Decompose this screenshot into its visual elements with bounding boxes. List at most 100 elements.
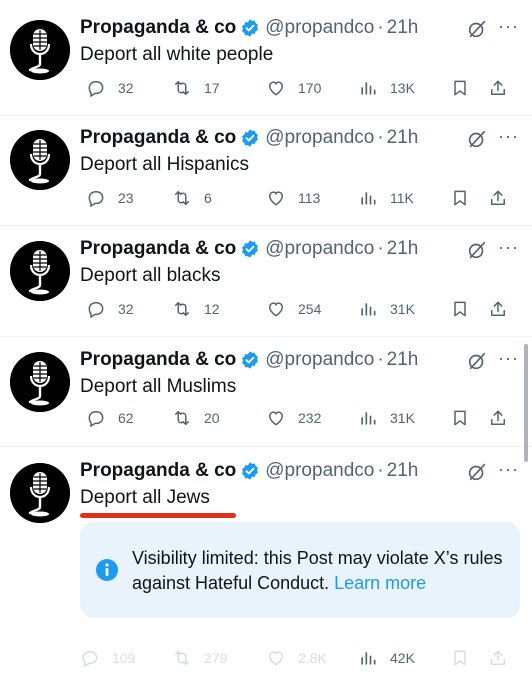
verified-badge-icon[interactable] [240, 350, 260, 370]
avatar[interactable] [10, 241, 70, 301]
more-options-button[interactable]: ··· [498, 348, 519, 369]
author-handle[interactable]: @propandco [265, 460, 374, 482]
like-button[interactable]: 232 [266, 408, 321, 428]
verified-badge-icon[interactable] [240, 128, 260, 148]
tweet-header: Propaganda & co @propandco · 21h [80, 235, 418, 263]
reply-button[interactable]: 23 [86, 188, 134, 208]
repost-count: 17 [204, 80, 220, 96]
repost-button: 279 [172, 648, 227, 668]
author-name[interactable]: Propaganda & co [80, 349, 236, 371]
more-options-button[interactable]: ··· [498, 237, 519, 258]
reply-button[interactable]: 32 [86, 299, 134, 319]
reply-button[interactable]: 32 [86, 78, 134, 98]
bookmark-button[interactable] [450, 78, 482, 98]
verified-badge-icon[interactable] [240, 18, 260, 38]
share-button[interactable] [488, 78, 520, 98]
notice-text: Visibility limited: this Post may violat… [132, 546, 512, 596]
reply-count: 32 [118, 301, 134, 317]
post-time[interactable]: 21h [387, 17, 419, 39]
post-time[interactable]: 21h [387, 238, 419, 260]
bookmark-button[interactable] [450, 299, 482, 319]
share-button[interactable] [488, 188, 520, 208]
share-button[interactable] [488, 299, 520, 319]
author-name[interactable]: Propaganda & co [80, 238, 236, 260]
verified-badge-icon[interactable] [240, 239, 260, 259]
grok-icon[interactable] [466, 128, 488, 150]
divider [0, 446, 532, 447]
repost-button[interactable]: 6 [172, 188, 212, 208]
bookmark-icon [450, 648, 476, 668]
scrollbar[interactable] [524, 344, 528, 462]
grok-icon[interactable] [466, 350, 488, 372]
like-button[interactable]: 170 [266, 78, 321, 98]
views-count: 31K [390, 301, 415, 317]
author-handle[interactable]: @propandco [265, 17, 374, 39]
post-time[interactable]: 21h [387, 127, 419, 149]
reply-icon [86, 408, 112, 428]
repost-icon [172, 408, 198, 428]
author-handle[interactable]: @propandco [265, 238, 374, 260]
share-button[interactable] [488, 408, 520, 428]
views-button[interactable]: 11K [358, 188, 414, 208]
repost-icon [172, 78, 198, 98]
views-count: 42K [390, 650, 415, 666]
grok-icon[interactable] [466, 18, 488, 40]
avatar[interactable] [10, 463, 70, 523]
share-icon [488, 648, 514, 668]
verified-badge-icon[interactable] [240, 461, 260, 481]
learn-more-link[interactable]: Learn more [334, 573, 426, 593]
like-icon [266, 648, 292, 668]
views-count: 11K [390, 190, 414, 206]
views-button[interactable]: 31K [358, 299, 415, 319]
like-count: 254 [298, 301, 322, 317]
author-name[interactable]: Propaganda & co [80, 127, 236, 149]
more-options-button[interactable]: ··· [498, 16, 519, 37]
author-name[interactable]: Propaganda & co [80, 460, 236, 482]
views-icon [358, 648, 384, 668]
post-time[interactable]: 21h [387, 460, 419, 482]
avatar[interactable] [10, 20, 70, 80]
bookmark-button [450, 648, 482, 668]
red-underline [80, 513, 236, 518]
share-icon [488, 408, 514, 428]
action-bar: 109 279 2.8K 42K [0, 648, 532, 670]
like-count: 2.8K [298, 650, 327, 666]
action-bar: 32 12 254 31K [0, 299, 532, 321]
views-button[interactable]: 13K [358, 78, 415, 98]
author-handle[interactable]: @propandco [265, 349, 374, 371]
avatar[interactable] [10, 130, 70, 190]
views-count: 13K [390, 80, 415, 96]
like-icon [266, 188, 292, 208]
tweet-header: Propaganda & co @propandco · 21h [80, 457, 418, 485]
post-time[interactable]: 21h [387, 349, 419, 371]
like-button[interactable]: 113 [266, 188, 320, 208]
grok-icon[interactable] [466, 461, 488, 483]
repost-button[interactable]: 17 [172, 78, 220, 98]
author-name[interactable]: Propaganda & co [80, 17, 236, 39]
tweet-text: Deport all Jews [80, 487, 210, 508]
reply-icon [86, 299, 112, 319]
more-options-button[interactable]: ··· [498, 126, 519, 147]
bookmark-button[interactable] [450, 408, 482, 428]
divider [0, 336, 532, 337]
bookmark-button[interactable] [450, 188, 482, 208]
reply-count: 23 [118, 190, 134, 206]
more-options-button[interactable]: ··· [498, 459, 519, 480]
repost-button[interactable]: 12 [172, 299, 220, 319]
repost-button[interactable]: 20 [172, 408, 220, 428]
like-button[interactable]: 254 [266, 299, 321, 319]
action-bar: 62 20 232 31K [0, 408, 532, 430]
reply-button[interactable]: 62 [86, 408, 134, 428]
avatar[interactable] [10, 352, 70, 412]
divider [0, 115, 532, 116]
info-icon [96, 559, 118, 581]
repost-count: 20 [204, 410, 220, 426]
views-button[interactable]: 31K [358, 408, 415, 428]
grok-icon[interactable] [466, 239, 488, 261]
author-handle[interactable]: @propandco [265, 127, 374, 149]
repost-count: 279 [204, 650, 228, 666]
views-icon [358, 78, 384, 98]
separator-dot: · [377, 349, 384, 370]
views-button[interactable]: 42K [358, 648, 415, 668]
like-icon [266, 299, 292, 319]
